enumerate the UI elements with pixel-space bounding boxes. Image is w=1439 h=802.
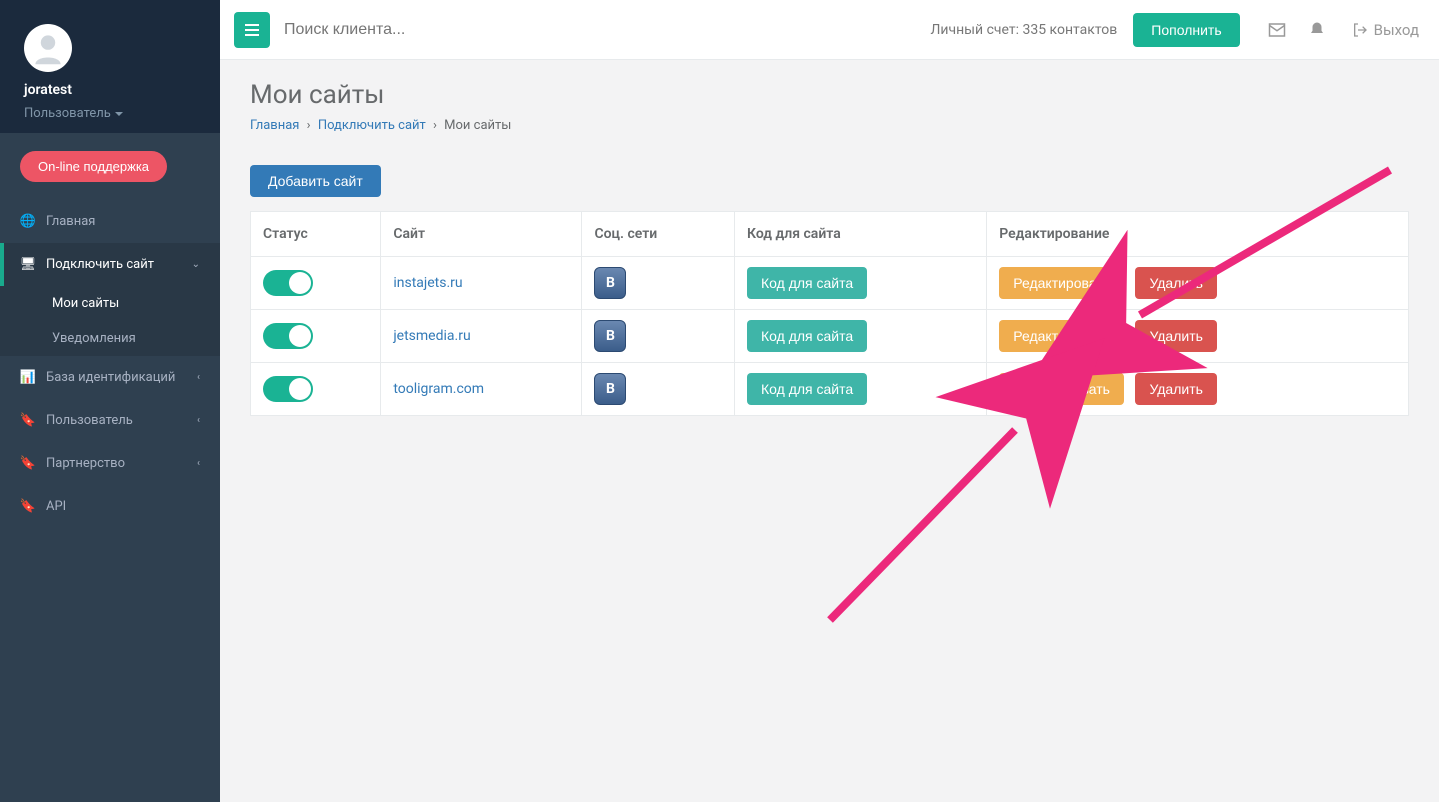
nav-menu: 🌐 Главная 🖥 Подключить сайт ⌄ Мои сайты … bbox=[0, 200, 220, 528]
nav-user-label: Пользователь bbox=[46, 413, 197, 428]
vk-icon[interactable]: В bbox=[594, 267, 626, 299]
caret-down-icon bbox=[115, 112, 123, 116]
chevron-left-icon: ‹ bbox=[197, 415, 200, 426]
main: Личный счет: 335 контактов Пополнить Вых… bbox=[220, 0, 1439, 802]
th-code: Код для сайта bbox=[735, 212, 987, 257]
nav-partner-label: Партнерство bbox=[46, 456, 197, 471]
site-link[interactable]: tooligram.com bbox=[393, 381, 484, 397]
nav-partner[interactable]: 🔖 Партнерство ‹ bbox=[0, 442, 220, 485]
nav-user[interactable]: 🔖 Пользователь ‹ bbox=[0, 399, 220, 442]
profile-block: joratest Пользователь bbox=[0, 0, 220, 133]
account-balance: Личный счет: 335 контактов bbox=[930, 22, 1117, 38]
annotation-arrow-bottom bbox=[820, 410, 1040, 634]
edit-button[interactable]: Редактировать bbox=[999, 320, 1124, 352]
subnav-connect: Мои сайты Уведомления bbox=[0, 286, 220, 356]
bookmark-icon: 🔖 bbox=[20, 499, 36, 514]
th-status: Статус bbox=[251, 212, 381, 257]
chevron-left-icon: ‹ bbox=[197, 372, 200, 383]
nav-home[interactable]: 🌐 Главная bbox=[0, 200, 220, 243]
chevron-left-icon: ‹ bbox=[197, 458, 200, 469]
th-site: Сайт bbox=[381, 212, 582, 257]
table-row: instajets.ru В Код для сайта Редактирова… bbox=[251, 257, 1409, 310]
support-button[interactable]: On-line поддержка bbox=[20, 151, 167, 182]
code-button[interactable]: Код для сайта bbox=[747, 320, 867, 352]
topbar: Личный счет: 335 контактов Пополнить Вых… bbox=[220, 0, 1439, 60]
bookmark-icon: 🔖 bbox=[20, 413, 36, 428]
breadcrumb: Главная › Подключить сайт › Мои сайты bbox=[250, 118, 1409, 133]
mail-icon[interactable] bbox=[1268, 21, 1288, 39]
username: joratest bbox=[24, 82, 196, 98]
page-title: Мои сайты bbox=[250, 80, 1409, 110]
role-dropdown[interactable]: Пользователь bbox=[24, 106, 196, 121]
site-link[interactable]: instajets.ru bbox=[393, 275, 462, 291]
avatar bbox=[24, 24, 72, 72]
nav-home-label: Главная bbox=[46, 214, 200, 229]
role-label: Пользователь bbox=[24, 106, 111, 121]
delete-button[interactable]: Удалить bbox=[1135, 373, 1216, 405]
site-link[interactable]: jetsmedia.ru bbox=[393, 328, 470, 344]
bell-icon[interactable] bbox=[1308, 21, 1328, 39]
nav-ident-db[interactable]: 📊 База идентификаций ‹ bbox=[0, 356, 220, 399]
chevron-down-icon: ⌄ bbox=[192, 259, 200, 270]
edit-button[interactable]: Редактировать bbox=[999, 373, 1124, 405]
edit-button[interactable]: Редактировать bbox=[999, 267, 1124, 299]
nav-api-label: API bbox=[46, 499, 200, 514]
topup-button[interactable]: Пополнить bbox=[1133, 13, 1239, 47]
subnav-notifications[interactable]: Уведомления bbox=[0, 321, 220, 356]
search-input[interactable] bbox=[284, 21, 584, 39]
status-toggle[interactable] bbox=[263, 323, 313, 349]
status-toggle[interactable] bbox=[263, 376, 313, 402]
sites-table: Статус Сайт Соц. сети Код для сайта Реда… bbox=[250, 211, 1409, 416]
menu-toggle-button[interactable] bbox=[234, 12, 270, 48]
breadcrumb-connect[interactable]: Подключить сайт bbox=[318, 118, 426, 133]
th-social: Соц. сети bbox=[582, 212, 735, 257]
table-row: jetsmedia.ru В Код для сайта Редактирова… bbox=[251, 310, 1409, 363]
breadcrumb-home[interactable]: Главная bbox=[250, 118, 299, 133]
add-site-button[interactable]: Добавить сайт bbox=[250, 165, 381, 197]
chart-icon: 📊 bbox=[20, 370, 36, 385]
code-button[interactable]: Код для сайта bbox=[747, 267, 867, 299]
code-button[interactable]: Код для сайта bbox=[747, 373, 867, 405]
delete-button[interactable]: Удалить bbox=[1135, 267, 1216, 299]
globe-icon: 🌐 bbox=[20, 214, 36, 229]
delete-button[interactable]: Удалить bbox=[1135, 320, 1216, 352]
vk-icon[interactable]: В bbox=[594, 373, 626, 405]
breadcrumb-current: Мои сайты bbox=[444, 118, 511, 133]
nav-ident-label: База идентификаций bbox=[46, 370, 197, 385]
monitor-icon: 🖥 bbox=[20, 257, 36, 272]
vk-icon[interactable]: В bbox=[594, 320, 626, 352]
content: Мои сайты Главная › Подключить сайт › Мо… bbox=[220, 60, 1439, 436]
table-row: tooligram.com В Код для сайта Редактиров… bbox=[251, 363, 1409, 416]
logout-link[interactable]: Выход bbox=[1352, 21, 1419, 39]
logout-label: Выход bbox=[1374, 21, 1419, 39]
status-toggle[interactable] bbox=[263, 270, 313, 296]
th-editing: Редактирование bbox=[987, 212, 1409, 257]
bookmark-icon: 🔖 bbox=[20, 456, 36, 471]
nav-connect-label: Подключить сайт bbox=[46, 257, 192, 272]
nav-connect-site[interactable]: 🖥 Подключить сайт ⌄ bbox=[0, 243, 220, 286]
nav-api[interactable]: 🔖 API bbox=[0, 485, 220, 528]
sidebar: joratest Пользователь On-line поддержка … bbox=[0, 0, 220, 802]
subnav-my-sites[interactable]: Мои сайты bbox=[0, 286, 220, 321]
